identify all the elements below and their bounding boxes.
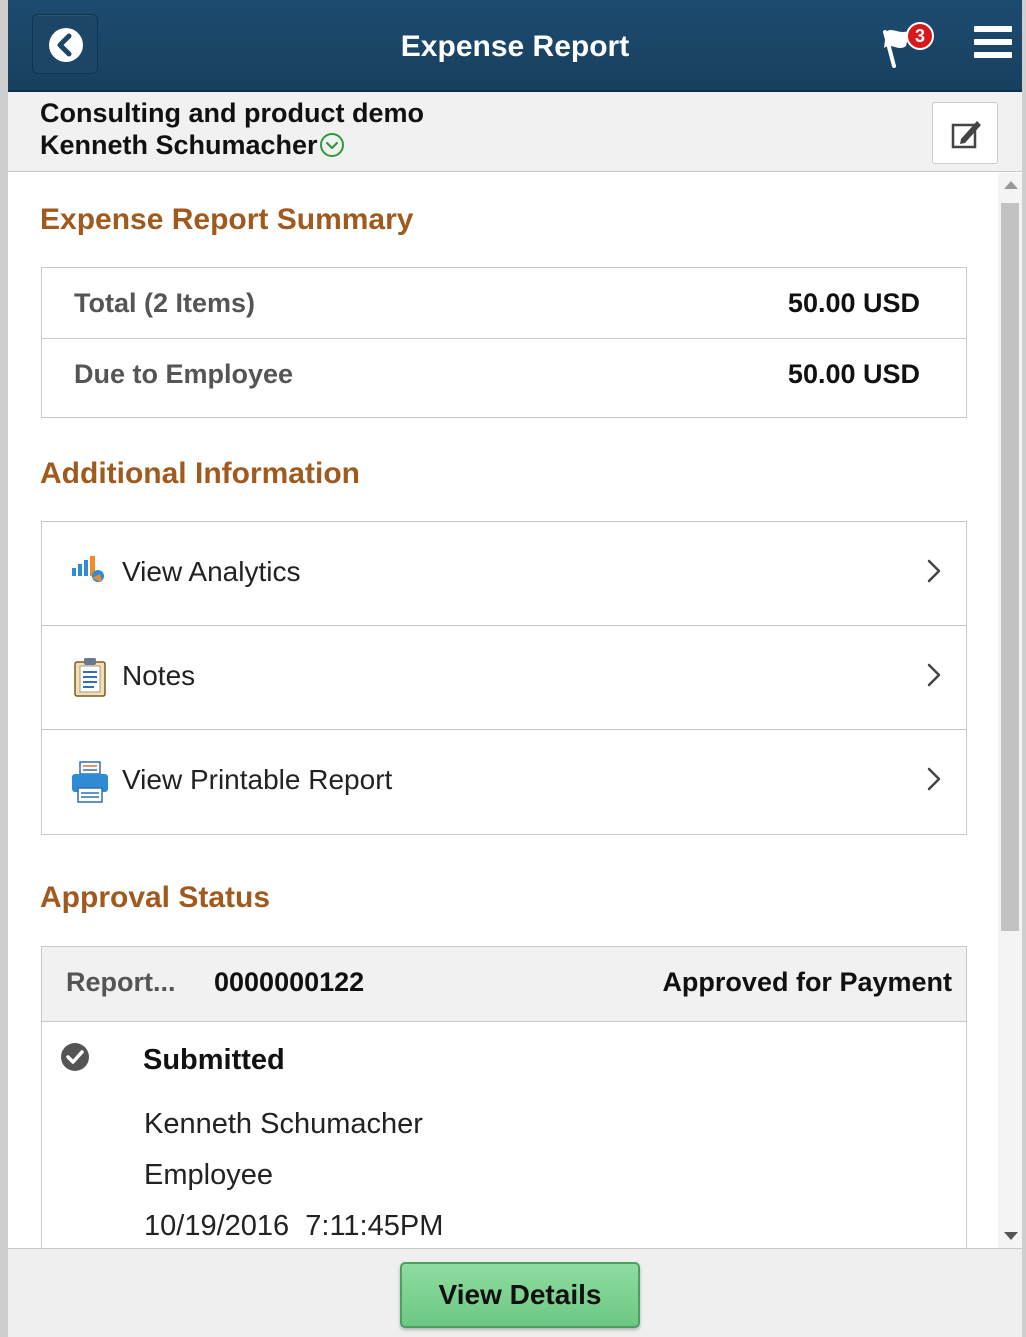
view-printable-report-link[interactable]: View Printable Report xyxy=(42,730,966,834)
summary-table: Total (2 Items) 50.00 USD Due to Employe… xyxy=(41,267,967,418)
view-analytics-link[interactable]: View Analytics xyxy=(42,522,966,626)
step-approver-name: Kenneth Schumacher xyxy=(144,1108,423,1140)
summary-row: Due to Employee 50.00 USD xyxy=(42,339,966,417)
summary-row-value: 50.00 USD xyxy=(787,288,920,318)
app-header: Expense Report 3 xyxy=(8,0,1022,92)
scroll-up-arrow-icon[interactable] xyxy=(1004,181,1018,189)
step-title: Submitted xyxy=(143,1044,285,1076)
additional-info-list: View Analytics Notes View Printable Repo… xyxy=(41,521,967,835)
link-label: View Printable Report xyxy=(122,764,393,795)
notifications-button[interactable]: 3 xyxy=(872,22,936,72)
approval-header: Report... 0000000122 Approved for Paymen… xyxy=(42,947,966,1022)
view-details-button[interactable]: View Details xyxy=(400,1262,640,1328)
analytics-icon xyxy=(70,552,110,596)
main-content: Expense Report Summary Total (2 Items) 5… xyxy=(8,173,998,1248)
link-label: View Analytics xyxy=(122,556,301,587)
step-approver-role: Employee xyxy=(144,1159,273,1191)
approval-status-panel: Report... 0000000122 Approved for Paymen… xyxy=(41,946,967,1248)
vertical-scrollbar[interactable] xyxy=(998,173,1022,1248)
link-label: Notes xyxy=(122,660,196,691)
notes-link[interactable]: Notes xyxy=(42,626,966,730)
summary-row-label: Total (2 Items) xyxy=(74,288,256,318)
scroll-down-arrow-icon[interactable] xyxy=(1004,1232,1018,1240)
check-circle-icon xyxy=(60,1042,90,1072)
printer-icon xyxy=(70,760,110,804)
report-subheader: Consulting and product demo Kenneth Schu… xyxy=(8,92,1022,172)
footer-bar: View Details xyxy=(8,1248,1022,1337)
chevron-right-icon xyxy=(924,764,944,794)
approval-step: Submitted Kenneth Schumacher Employee 10… xyxy=(42,1022,966,1248)
scrollbar-thumb[interactable] xyxy=(1001,203,1019,931)
summary-row: Total (2 Items) 50.00 USD xyxy=(42,268,966,339)
notification-badge: 3 xyxy=(906,22,934,50)
report-id-value: 0000000122 xyxy=(214,967,365,997)
additional-info-title: Additional Information xyxy=(40,457,360,490)
hamburger-menu-icon[interactable] xyxy=(974,26,1012,64)
chevron-right-icon xyxy=(924,660,944,690)
notes-icon xyxy=(70,656,110,700)
summary-title: Expense Report Summary xyxy=(40,203,414,236)
edit-icon xyxy=(951,121,981,149)
approval-status-value: Approved for Payment xyxy=(662,967,952,997)
page-title: Expense Report xyxy=(400,30,630,63)
employee-name: Kenneth Schumacher xyxy=(40,130,318,160)
report-description: Consulting and product demo xyxy=(40,98,424,128)
approval-status-title: Approval Status xyxy=(40,881,271,914)
chevron-right-icon xyxy=(924,556,944,586)
step-timestamp: 10/19/2016 7:11:45PM xyxy=(144,1210,444,1242)
report-id-label: Report... xyxy=(66,967,176,997)
employee-selector[interactable]: Kenneth Schumacher xyxy=(40,130,344,161)
summary-row-value: 50.00 USD xyxy=(787,359,920,389)
chevron-down-icon[interactable] xyxy=(319,133,344,157)
summary-row-label: Due to Employee xyxy=(74,359,294,389)
edit-button[interactable] xyxy=(932,102,998,164)
